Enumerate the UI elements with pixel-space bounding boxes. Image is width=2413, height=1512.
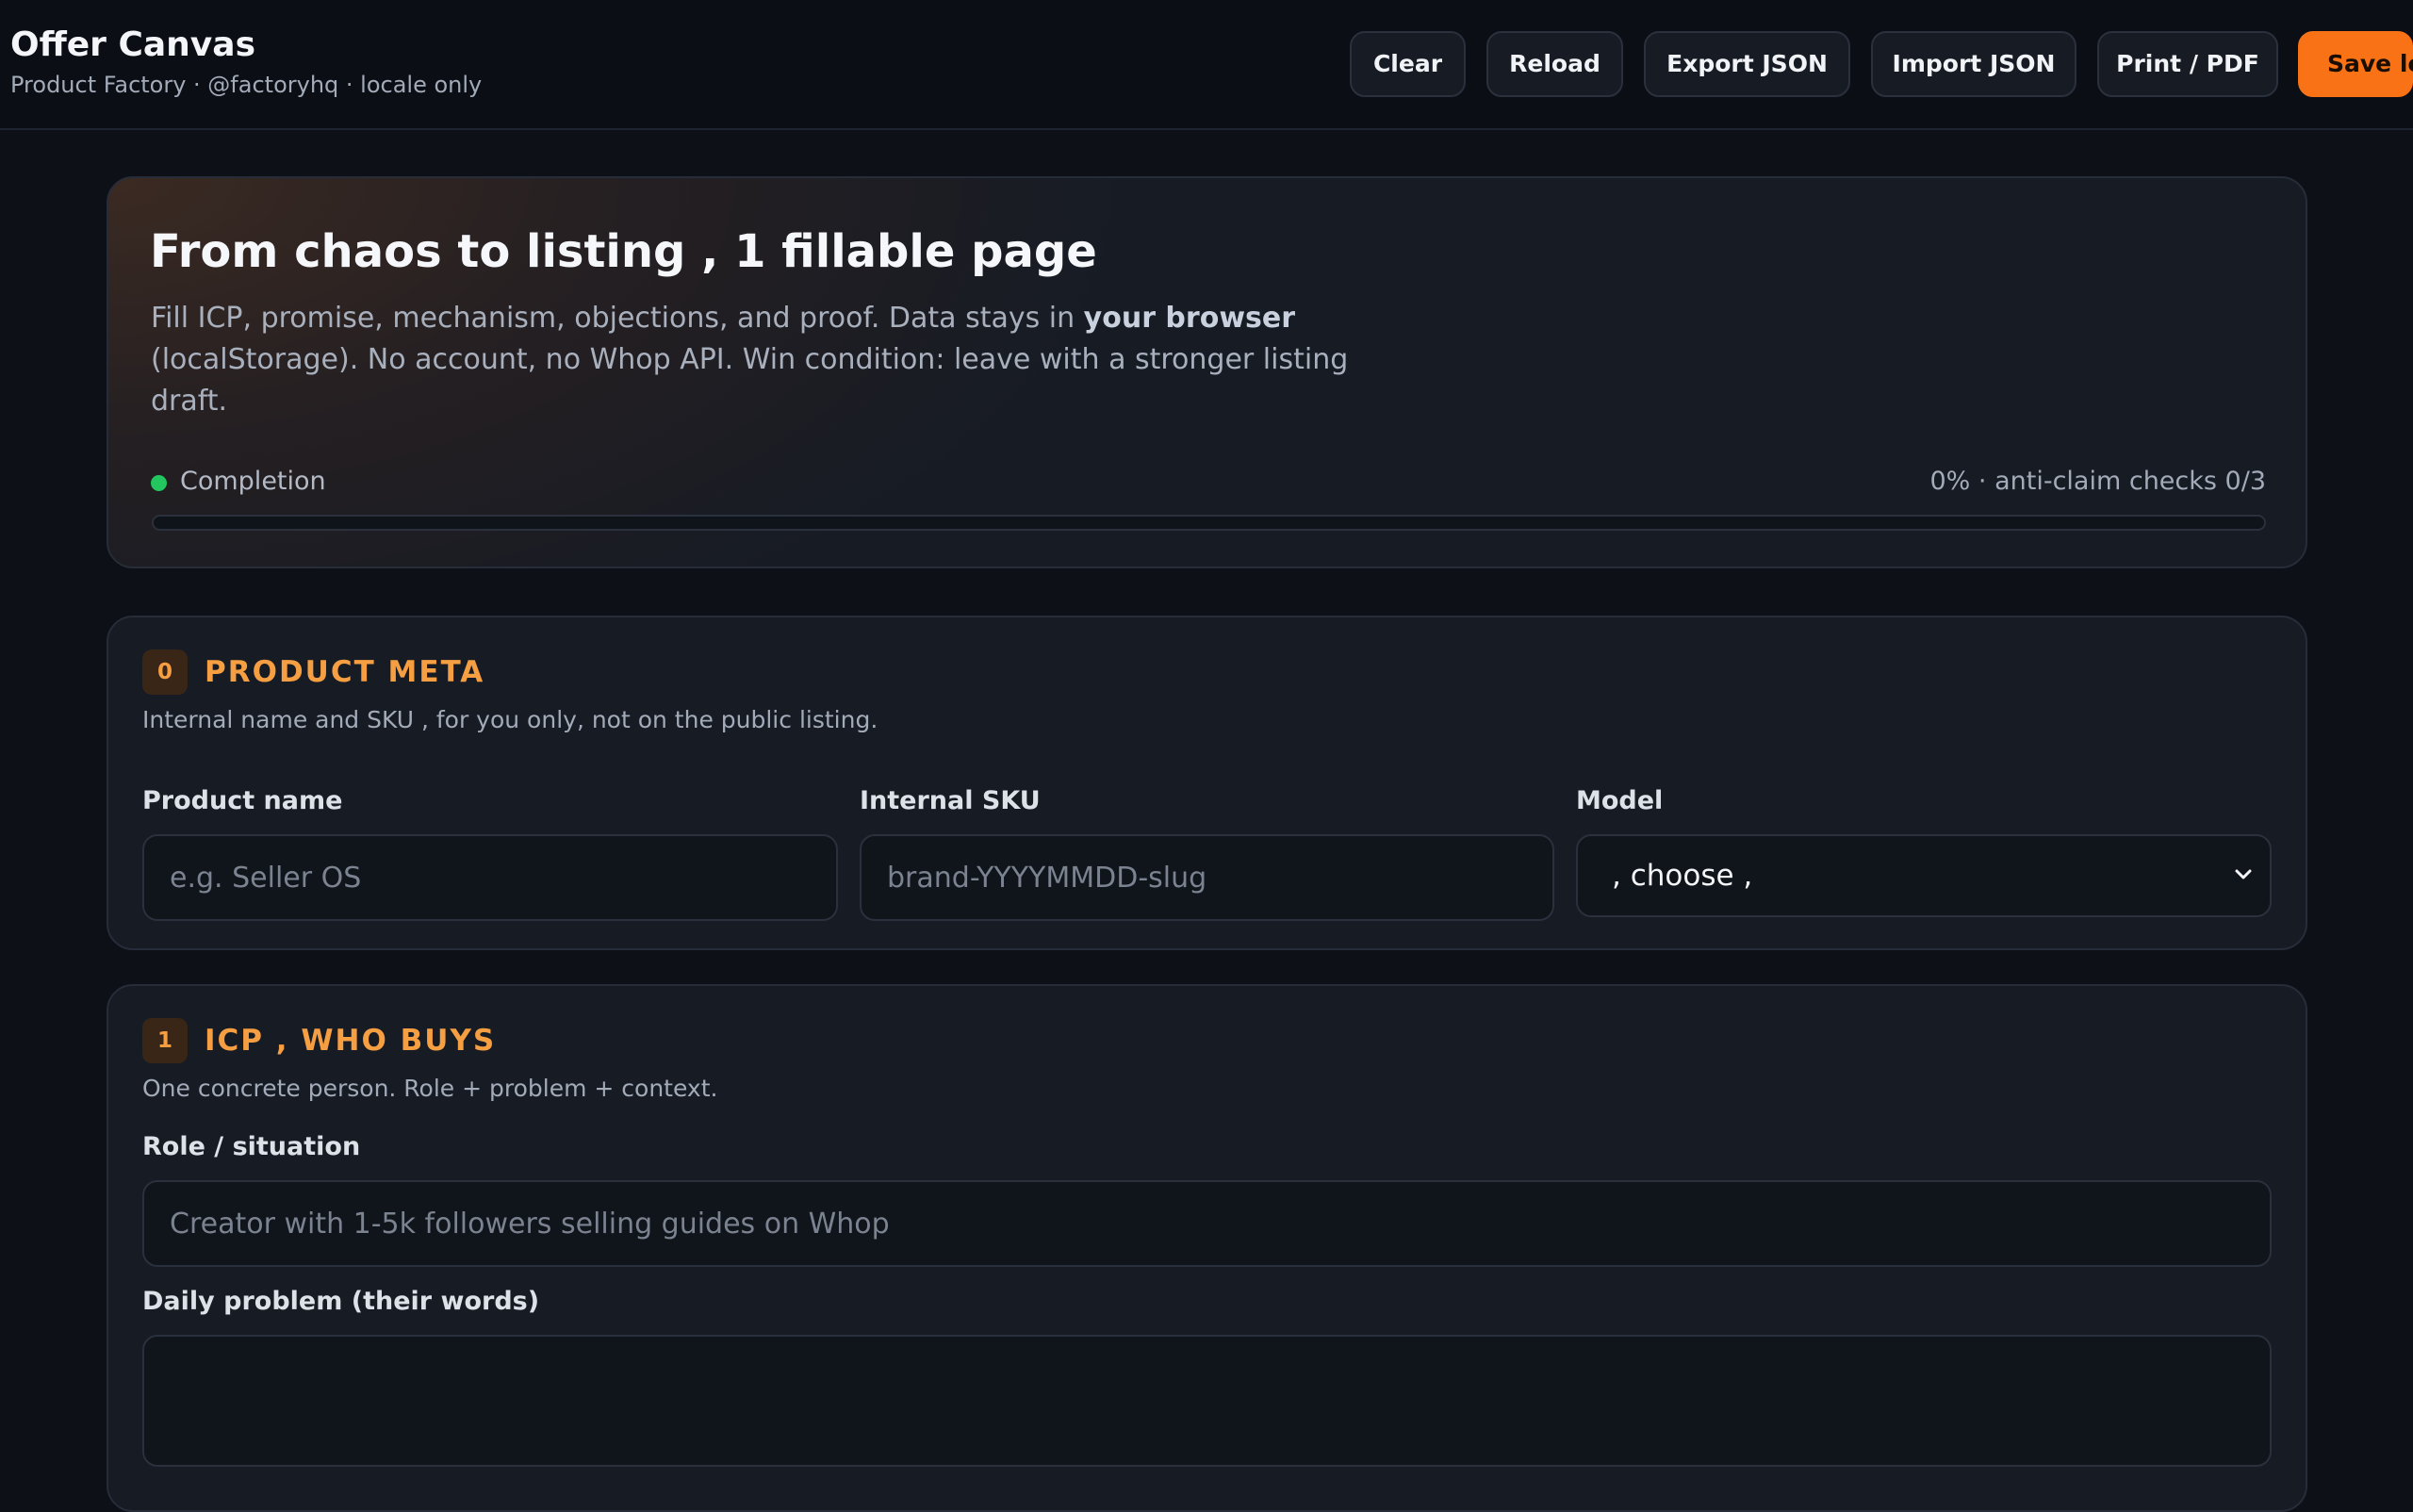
export-json-button[interactable]: Export JSON [1644,31,1850,97]
clear-button[interactable]: Clear [1350,31,1466,97]
model-select[interactable]: , choose , [1576,834,2272,917]
section-product-meta: 0 PRODUCT META Internal name and SKU , f… [107,616,2307,950]
completion-label: Completion [180,467,326,496]
hero-card: From chaos to listing , 1 fillable page … [107,176,2307,568]
product-name-label: Product name [142,786,343,815]
model-label: Model [1576,786,1664,815]
completion-row: Completion 0% · anti-claim checks 0/3 [151,466,2266,498]
section-description: Internal name and SKU , for you only, no… [142,706,878,733]
section-title: PRODUCT META [205,655,485,689]
hero-title: From chaos to listing , 1 fillable page [150,225,1097,278]
reload-button[interactable]: Reload [1486,31,1623,97]
product-name-input[interactable] [142,834,838,921]
daily-problem-label: Daily problem (their words) [142,1287,540,1316]
brand: Offer Canvas Product Factory · @factoryh… [10,25,482,100]
section-number-badge: 0 [142,649,188,695]
internal-sku-label: Internal SKU [860,786,1041,815]
hero-desc-text-end: (localStorage). No account, no Whop API.… [151,343,1349,418]
app-title: Offer Canvas [10,25,255,64]
hero-desc-text: Fill ICP, promise, mechanism, objections… [151,302,1084,335]
section-title: ICP , WHO BUYS [205,1024,497,1058]
daily-problem-input[interactable] [142,1335,2272,1467]
import-json-button[interactable]: Import JSON [1871,31,2076,97]
section-icp: 1 ICP , WHO BUYS One concrete person. Ro… [107,984,2307,1512]
section-number-badge: 1 [142,1018,188,1063]
completion-progress-bar [152,515,2266,531]
app-subtitle: Product Factory · @factoryhq · locale on… [10,72,483,98]
completion-stat: 0% · anti-claim checks 0/3 [1929,467,2267,496]
hero-description: Fill ICP, promise, mechanism, objections… [151,298,1433,422]
green-dot-icon [151,475,167,491]
print-pdf-button[interactable]: Print / PDF [2097,31,2278,97]
section-description: One concrete person. Role + problem + co… [142,1075,718,1102]
model-selected-value: , choose , [1612,859,1753,893]
save-button[interactable]: Save lo [2298,31,2413,97]
chevron-down-icon [2235,869,2252,879]
role-situation-input[interactable] [142,1180,2272,1267]
top-bar: Offer Canvas Product Factory · @factoryh… [0,0,2413,130]
hero-desc-emphasis: your browser [1083,302,1296,335]
role-situation-label: Role / situation [142,1132,361,1161]
internal-sku-input[interactable] [860,834,1554,921]
